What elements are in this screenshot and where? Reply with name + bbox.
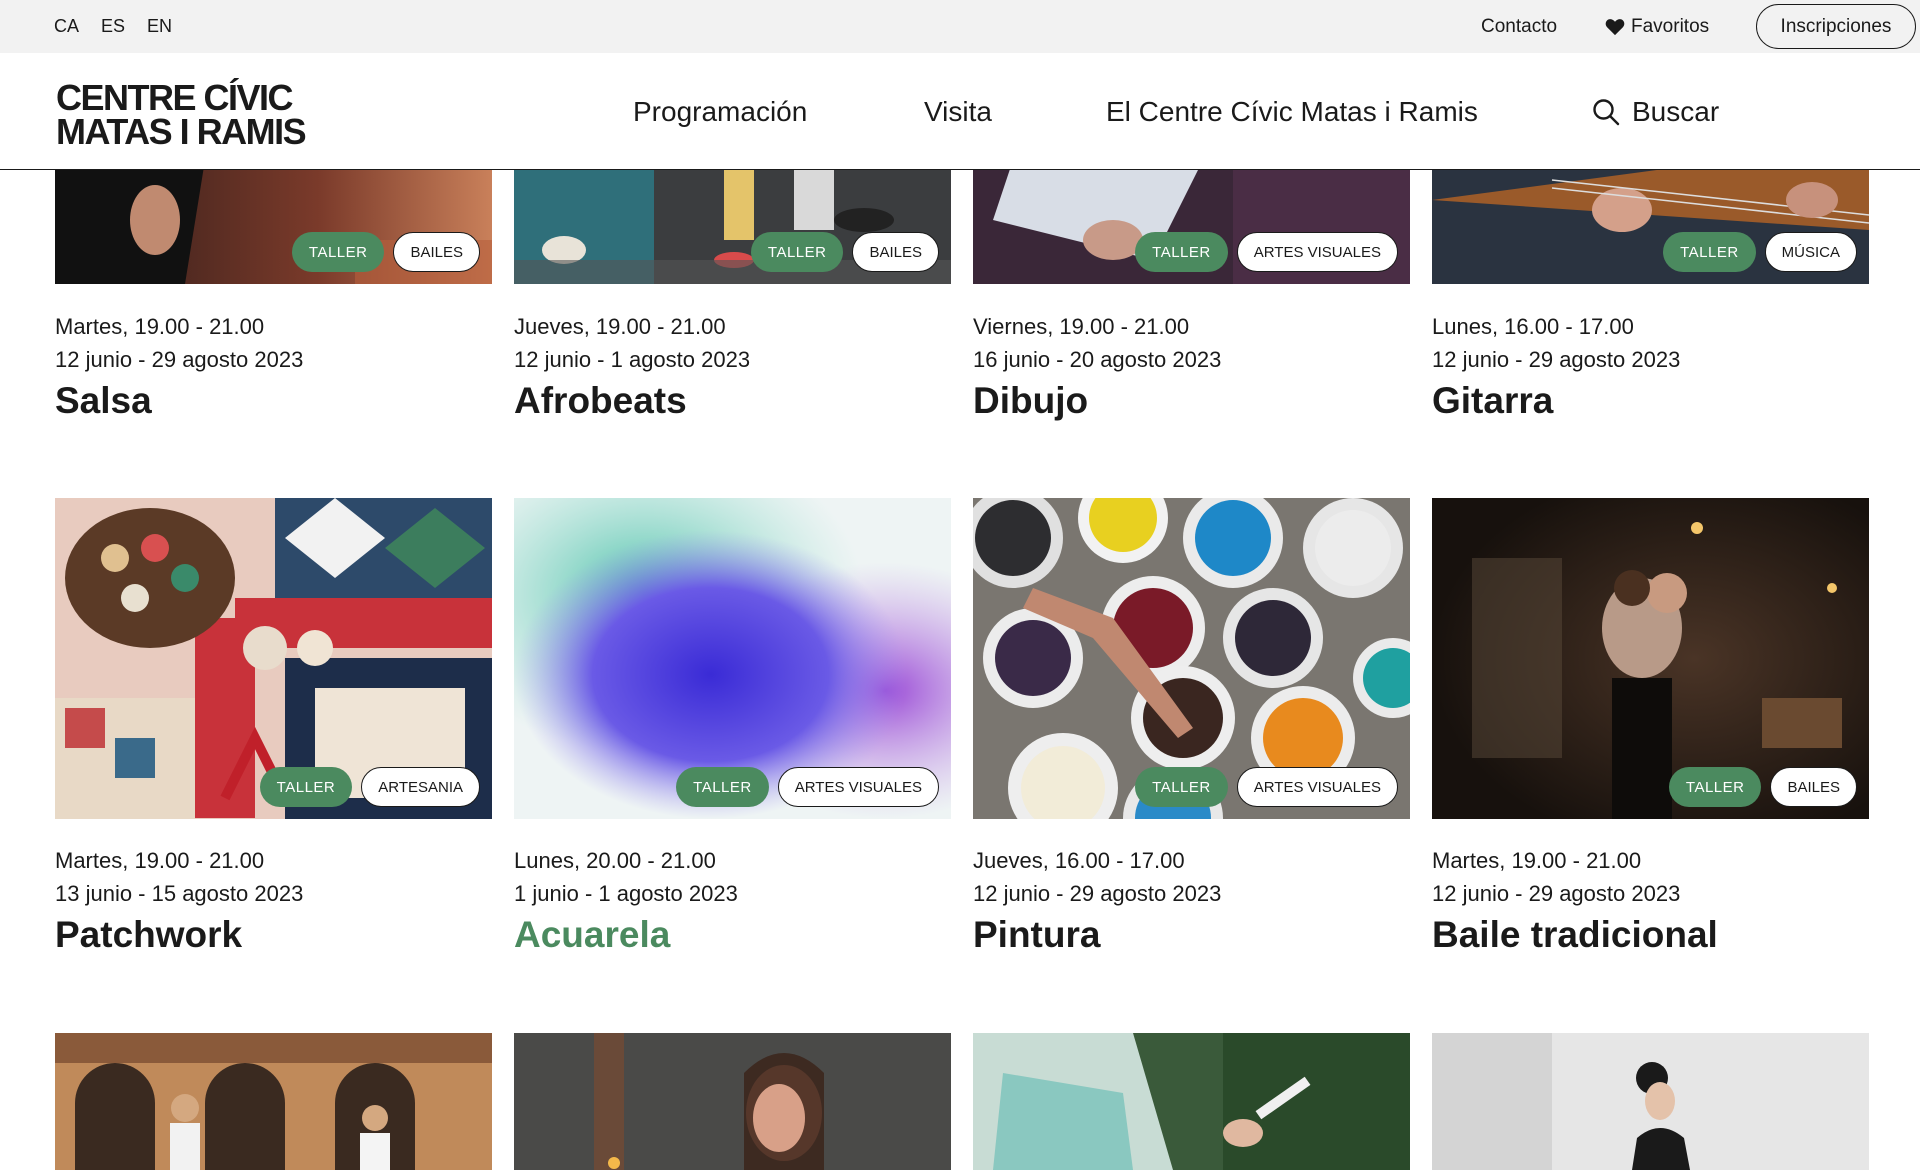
event-image[interactable] (973, 1033, 1410, 1170)
tag-list: TALLER ARTES VISUALES (676, 767, 939, 807)
event-image[interactable]: TALLER MÚSICA (1432, 160, 1869, 284)
event-title[interactable]: Dibujo (973, 380, 1088, 422)
event-title[interactable]: Afrobeats (514, 380, 687, 422)
yoga-photo (1432, 1033, 1869, 1170)
event-schedule: Lunes, 16.00 - 17.00 (1432, 314, 1634, 339)
tag-type[interactable]: TALLER (1135, 767, 1228, 807)
tag-list: TALLER ARTES VISUALES (1135, 232, 1398, 272)
tag-list: TALLER BAILES (1668, 767, 1857, 807)
event-dates: 13 junio - 15 agosto 2023 (55, 881, 304, 906)
event-image[interactable] (55, 1033, 492, 1170)
tag-category[interactable]: BAILES (393, 232, 480, 272)
tag-category[interactable]: MÚSICA (1764, 232, 1857, 272)
ukulele-photo (973, 1033, 1410, 1170)
dance-plaza-photo (55, 1033, 492, 1170)
lang-en-link[interactable]: EN (147, 0, 172, 53)
tag-category[interactable]: ARTES VISUALES (1236, 232, 1398, 272)
favorites-label: Favoritos (1631, 15, 1710, 37)
event-title[interactable]: Acuarela (514, 914, 670, 956)
site-logo[interactable]: CENTRE CÍVIC MATAS I RAMIS (56, 77, 307, 152)
search-link[interactable]: Buscar (1592, 53, 1719, 170)
event-schedule: Lunes, 20.00 - 21.00 (514, 848, 716, 873)
event-image[interactable]: TALLER ARTES VISUALES (514, 498, 951, 819)
tag-type[interactable]: TALLER (1668, 767, 1762, 807)
lang-ca-link[interactable]: CA (54, 0, 79, 53)
tag-type[interactable]: TALLER (676, 767, 769, 807)
lang-es-link[interactable]: ES (101, 0, 125, 53)
event-dates: 12 junio - 29 agosto 2023 (1432, 881, 1681, 906)
nav-centre-civic[interactable]: El Centre Cívic Matas i Ramis (1106, 53, 1478, 170)
event-image[interactable]: TALLER ARTESANIA (55, 498, 492, 819)
tag-type[interactable]: TALLER (1663, 232, 1756, 272)
utility-bar: CA ES EN Contacto Favoritos Inscripcione… (0, 0, 1920, 53)
tag-category[interactable]: BAILES (1770, 767, 1857, 807)
tag-list: TALLER BAILES (750, 232, 939, 272)
event-dates: 12 junio - 29 agosto 2023 (973, 881, 1222, 906)
tag-list: TALLER ARTESANIA (259, 767, 480, 807)
event-image[interactable]: TALLER ARTES VISUALES (973, 498, 1410, 819)
event-image[interactable]: TALLER BAILES (55, 160, 492, 284)
favorites-link[interactable]: Favoritos (1605, 0, 1709, 53)
main-header: CENTRE CÍVIC MATAS I RAMIS Programación … (0, 53, 1920, 170)
tag-list: TALLER MÚSICA (1663, 232, 1857, 272)
event-schedule: Martes, 19.00 - 21.00 (55, 848, 265, 873)
heart-icon (1605, 18, 1625, 35)
event-dates: 12 junio - 1 agosto 2023 (514, 347, 751, 372)
logo-line-1: CENTRE CÍVIC (56, 77, 294, 118)
event-image[interactable]: TALLER BAILES (1432, 498, 1869, 819)
tag-category[interactable]: ARTES VISUALES (777, 767, 939, 807)
tag-type[interactable]: TALLER (750, 232, 844, 272)
event-title[interactable]: Gitarra (1432, 380, 1553, 422)
event-schedule: Martes, 19.00 - 21.00 (1432, 848, 1642, 873)
event-title[interactable]: Baile tradicional (1432, 914, 1718, 956)
event-title[interactable]: Patchwork (55, 914, 242, 956)
tag-category[interactable]: ARTES VISUALES (1236, 767, 1398, 807)
tag-category[interactable]: ARTESANIA (361, 767, 480, 807)
event-image[interactable]: TALLER ARTES VISUALES (973, 160, 1410, 284)
event-dates: 16 junio - 20 agosto 2023 (973, 347, 1222, 372)
event-dates: 12 junio - 29 agosto 2023 (1432, 347, 1681, 372)
event-image[interactable] (1432, 1033, 1869, 1170)
contact-link[interactable]: Contacto (1481, 0, 1557, 53)
logo-line-2: MATAS I RAMIS (56, 111, 307, 152)
tag-list: TALLER BAILES (291, 232, 480, 272)
event-dates: 1 junio - 1 agosto 2023 (514, 881, 738, 906)
search-label: Buscar (1632, 95, 1720, 127)
event-schedule: Martes, 19.00 - 21.00 (55, 314, 265, 339)
event-schedule: Jueves, 16.00 - 17.00 (973, 848, 1185, 873)
event-title[interactable]: Pintura (973, 914, 1100, 956)
tag-category[interactable]: BAILES (852, 232, 939, 272)
event-schedule: Jueves, 19.00 - 21.00 (514, 314, 726, 339)
tag-type[interactable]: TALLER (1135, 232, 1228, 272)
event-schedule: Viernes, 19.00 - 21.00 (973, 314, 1190, 339)
nav-programacion[interactable]: Programación (633, 53, 807, 170)
event-title[interactable]: Salsa (55, 380, 152, 422)
tag-type[interactable]: TALLER (291, 232, 385, 272)
event-dates: 12 junio - 29 agosto 2023 (55, 347, 304, 372)
nav-visita[interactable]: Visita (924, 53, 992, 170)
search-icon (1593, 98, 1620, 125)
event-image[interactable] (514, 1033, 951, 1170)
inscripciones-button[interactable]: Inscripciones (1756, 4, 1916, 49)
singer-photo (514, 1033, 951, 1170)
tag-type[interactable]: TALLER (259, 767, 353, 807)
event-image[interactable]: TALLER BAILES (514, 160, 951, 284)
tag-list: TALLER ARTES VISUALES (1135, 767, 1398, 807)
